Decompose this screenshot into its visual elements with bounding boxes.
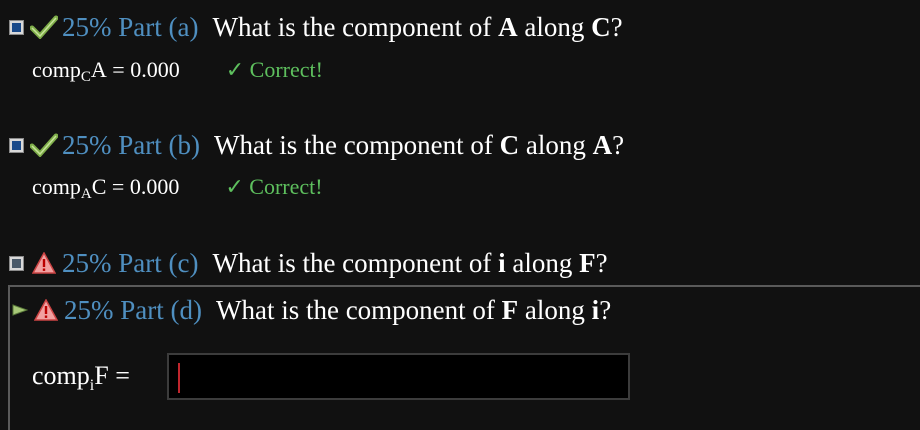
collapse-toggle-icon[interactable] bbox=[9, 19, 24, 35]
part-d-question: What is the component of F along i? bbox=[215, 294, 612, 325]
answer-input-label: compiF = bbox=[32, 361, 130, 395]
warning-icon bbox=[30, 249, 58, 277]
part-a-question: What is the component of A along C? bbox=[212, 11, 623, 42]
part-d-header: 25% Part (d) What is the component of F … bbox=[0, 290, 611, 330]
part-a-header: 25% Part (a) What is the component of A … bbox=[0, 7, 623, 47]
check-icon bbox=[30, 131, 58, 159]
correct-feedback: ✓ Correct! bbox=[225, 57, 323, 82]
answer-input[interactable] bbox=[167, 353, 630, 400]
part-c-question: What is the component of i along F? bbox=[212, 247, 608, 278]
play-arrow-icon bbox=[12, 303, 29, 317]
part-d-label: 25% Part (d) bbox=[64, 294, 202, 325]
expand-toggle-icon[interactable] bbox=[9, 255, 24, 271]
part-b-label: 25% Part (b) bbox=[62, 129, 200, 160]
correct-feedback: ✓ Correct! bbox=[225, 174, 323, 199]
collapse-toggle-icon[interactable] bbox=[9, 137, 24, 153]
part-c-header: 25% Part (c) What is the component of i … bbox=[0, 243, 608, 283]
text-cursor bbox=[178, 363, 180, 393]
part-c-label: 25% Part (c) bbox=[62, 247, 199, 278]
warning-icon bbox=[32, 296, 60, 324]
part-b-header: 25% Part (b) What is the component of C … bbox=[0, 125, 624, 165]
part-b-question: What is the component of C along A? bbox=[213, 129, 625, 160]
part-a-answer: comp C A = 0.000 ✓ Correct! bbox=[32, 57, 323, 85]
part-a-label: 25% Part (a) bbox=[62, 11, 199, 42]
check-icon bbox=[30, 13, 58, 41]
part-b-answer: comp A C = 0.000 ✓ Correct! bbox=[32, 174, 323, 202]
